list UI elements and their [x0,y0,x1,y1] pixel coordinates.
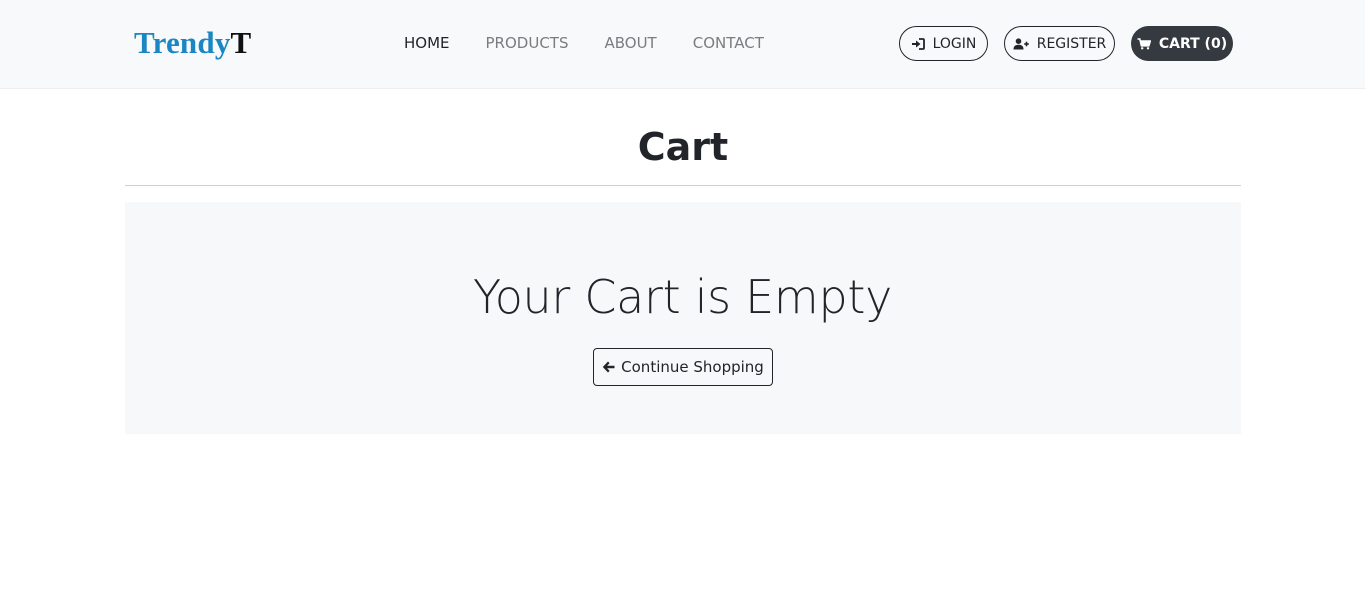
continue-shopping-button[interactable]: Continue Shopping [593,348,773,386]
brand-name-part2: T [230,25,252,60]
nav-link-contact[interactable]: CONTACT [693,33,764,53]
register-label: REGISTER [1036,35,1107,52]
login-label: LOGIN [932,35,977,52]
login-button[interactable]: LOGIN [899,26,988,61]
nav-link-products[interactable]: PRODUCTS [486,33,569,53]
continue-shopping-label: Continue Shopping [621,358,764,376]
arrow-left-icon [602,361,615,373]
user-plus-icon [1013,37,1029,50]
empty-cart-message: Your Cart is Empty [473,270,892,324]
brand-name-part1: Trendy [134,25,231,60]
sign-in-icon [911,37,925,50]
brand-logo[interactable]: TrendyT [134,24,251,62]
title-divider [125,185,1241,186]
cart-icon [1137,37,1151,50]
navbar: TrendyT HOME PRODUCTS ABOUT CONTACT LOGI… [0,0,1365,89]
cart-label: CART (0) [1158,35,1228,52]
main-nav: HOME PRODUCTS ABOUT CONTACT [404,33,764,53]
nav-link-home[interactable]: HOME [404,33,450,53]
register-button[interactable]: REGISTER [1004,26,1115,61]
nav-link-about[interactable]: ABOUT [604,33,656,53]
cart-button[interactable]: CART (0) [1131,26,1233,61]
page-title: Cart [637,125,729,169]
